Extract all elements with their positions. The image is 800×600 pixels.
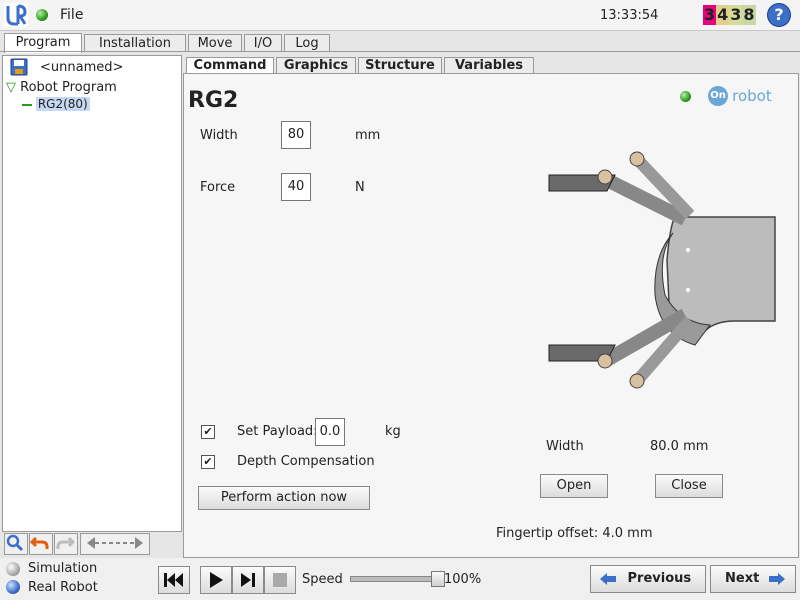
search-button[interactable]	[4, 533, 28, 555]
simulation-label: Simulation	[28, 561, 98, 576]
redo-button[interactable]	[54, 533, 78, 555]
redo-icon	[56, 536, 76, 549]
tree-item-label: Robot Program	[20, 80, 117, 95]
tab-structure[interactable]: Structure	[358, 57, 442, 74]
step-button[interactable]	[232, 566, 264, 594]
open-button[interactable]: Open	[540, 474, 608, 498]
width-unit: mm	[355, 128, 381, 143]
depth-compensation-checkbox[interactable]: ✔	[201, 455, 215, 469]
tab-divider	[0, 51, 800, 52]
force-input[interactable]: 40	[281, 173, 311, 201]
tab-log[interactable]: Log	[284, 34, 330, 52]
counter-digit: 8	[742, 5, 756, 25]
undo-button[interactable]	[29, 533, 53, 555]
real-robot-label: Real Robot	[28, 580, 98, 595]
close-button[interactable]: Close	[655, 474, 723, 498]
next-button[interactable]: Next	[710, 565, 796, 593]
arrow-right-icon	[768, 572, 785, 585]
speed-slider-thumb[interactable]	[431, 571, 445, 587]
counter-digit: 3	[729, 5, 743, 25]
counter-digit: 4	[716, 5, 730, 25]
robot-status-icon	[36, 9, 48, 21]
program-file-name: <unnamed>	[40, 60, 124, 75]
tree-item-rg2[interactable]: RG2(80)	[22, 97, 90, 111]
expand-triangle-icon[interactable]: ▽	[6, 80, 16, 95]
payload-unit: kg	[385, 424, 401, 439]
depth-compensation-label: Depth Compensation	[237, 454, 375, 469]
current-width-value: 80.0 mm	[650, 439, 709, 454]
previous-button[interactable]: Previous	[590, 565, 706, 593]
play-icon	[210, 572, 223, 588]
tab-variables[interactable]: Variables	[444, 57, 534, 74]
tab-program[interactable]: Program	[4, 33, 82, 53]
clock: 13:33:54	[600, 8, 659, 23]
play-button[interactable]	[200, 566, 232, 594]
real-robot-radio[interactable]	[6, 580, 20, 594]
onrobot-logo: On robot	[708, 86, 772, 108]
force-label: Force	[200, 180, 236, 195]
move-node-button[interactable]	[80, 533, 150, 555]
current-width-label: Width	[546, 439, 584, 454]
perform-action-button[interactable]: Perform action now	[198, 486, 370, 510]
tab-command[interactable]: Command	[186, 57, 274, 74]
previous-label: Previous	[627, 571, 692, 586]
gripper-status-icon	[680, 91, 691, 102]
help-button[interactable]: ?	[767, 3, 791, 27]
tree-item-robot-program[interactable]: ▽ Robot Program	[6, 80, 117, 95]
skip-to-start-button[interactable]	[158, 566, 190, 594]
program-tree-panel	[2, 55, 182, 532]
node-icon	[22, 103, 32, 106]
payload-input[interactable]: 0.0	[315, 418, 345, 446]
skip-start-icon	[164, 573, 183, 587]
counter-digit: 3	[703, 5, 717, 25]
ur-logo-icon	[4, 3, 28, 27]
file-menu[interactable]: File	[60, 7, 83, 23]
speed-label: Speed	[302, 572, 343, 587]
search-icon	[6, 534, 24, 552]
next-label: Next	[725, 571, 760, 586]
stop-button[interactable]	[264, 566, 296, 594]
force-unit: N	[355, 180, 365, 195]
gripper-illustration	[548, 151, 776, 389]
tab-io[interactable]: I/O	[244, 34, 282, 52]
tab-graphics[interactable]: Graphics	[276, 57, 356, 74]
speed-value: 100%	[444, 572, 482, 587]
save-icon[interactable]	[10, 58, 28, 76]
onrobot-mark: On	[708, 86, 728, 106]
step-icon	[241, 573, 255, 587]
tab-move[interactable]: Move	[188, 34, 242, 52]
tab-installation[interactable]: Installation	[84, 34, 186, 52]
fingertip-offset-text: Fingertip offset: 4.0 mm	[496, 526, 653, 541]
left-right-arrow-icon	[87, 537, 143, 549]
tree-item-label: RG2(80)	[35, 97, 90, 111]
speed-slider-track[interactable]	[350, 571, 445, 587]
simulation-radio[interactable]	[6, 562, 20, 576]
stop-icon	[273, 573, 287, 587]
payload-checkbox[interactable]: ✔	[201, 425, 215, 439]
brand-text: robot	[732, 87, 772, 105]
counter-display: 3 4 3 8	[703, 5, 756, 25]
width-input[interactable]: 80	[281, 121, 311, 149]
width-label: Width	[200, 128, 238, 143]
tree-toolbar	[2, 533, 180, 555]
undo-icon	[29, 536, 49, 549]
arrow-left-icon	[600, 572, 616, 585]
payload-label: Set Payload:	[237, 424, 318, 439]
page-title: RG2	[188, 88, 239, 113]
top-bar	[0, 0, 800, 31]
